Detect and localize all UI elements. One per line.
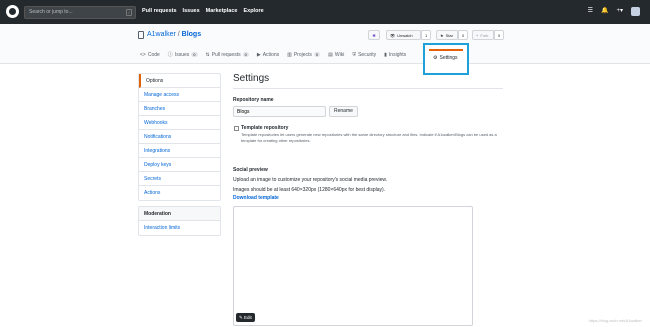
feed-icon[interactable]: ☰: [588, 7, 593, 16]
top-navigation-bar: Search or jump to... / Pull requests Iss…: [0, 0, 650, 24]
fork-button[interactable]: ⑂ Fork: [472, 30, 494, 40]
tab-actions[interactable]: ▶ Actions: [257, 51, 279, 58]
repo-name-input[interactable]: [233, 106, 326, 117]
nav-issues[interactable]: Issues: [183, 8, 200, 14]
pull-requests-count: 0: [242, 52, 249, 57]
settings-main: Settings: [233, 73, 503, 89]
star-label: Star: [445, 32, 453, 38]
code-icon: <>: [140, 51, 146, 58]
nav-marketplace[interactable]: Marketplace: [206, 8, 238, 14]
star-icon: ★: [440, 32, 444, 38]
tab-settings-label-group: ⚙ Settings: [433, 55, 458, 61]
sidebar-item-notifications[interactable]: Notifications: [139, 130, 220, 144]
sidebar-item-deploy-keys[interactable]: Deploy keys: [139, 158, 220, 172]
sidebar-item-actions[interactable]: Actions: [139, 186, 220, 200]
sidebar-item-branches[interactable]: Branches: [139, 102, 220, 116]
plus-icon[interactable]: +▾: [616, 7, 623, 16]
issues-count: 0: [191, 52, 198, 57]
repo-tabs: <> Code ⓘ Issues 0 ⇅ Pull requests 0 ▶ Actions…: [140, 51, 406, 59]
tab-settings[interactable]: ⚙ Settings: [423, 43, 469, 75]
github-logo-icon[interactable]: [6, 5, 19, 18]
watch-count[interactable]: 1: [421, 30, 432, 40]
tab-settings-label: Settings: [439, 55, 458, 61]
search-placeholder: Search or jump to...: [29, 9, 73, 15]
template-checkbox[interactable]: [234, 126, 239, 131]
nav-explore[interactable]: Explore: [243, 8, 263, 14]
tab-issues[interactable]: ⓘ Issues 0: [168, 51, 198, 58]
sidebar-item-interaction-limits[interactable]: Interaction limits: [139, 221, 220, 235]
template-label: Template repository: [241, 125, 289, 131]
avatar[interactable]: [631, 7, 640, 16]
sponsor-icon[interactable]: ✱: [368, 30, 380, 40]
template-description: Template repositories let users generate…: [241, 132, 497, 143]
repo-owner-link[interactable]: A1walker: [147, 31, 176, 38]
search-input[interactable]: Search or jump to... /: [24, 6, 136, 19]
eye-icon: 👁: [390, 32, 396, 38]
topbar-icons: ☰ 🔔 +▾: [588, 7, 640, 16]
edit-label: Edit: [244, 315, 252, 320]
search-shortcut-key: /: [126, 9, 132, 16]
unwatch-button[interactable]: 👁 Unwatch: [386, 30, 421, 40]
book-icon: ▤: [328, 51, 333, 58]
repo-header: [0, 24, 650, 64]
nav-pull-requests[interactable]: Pull requests: [142, 8, 177, 14]
moderation-heading: Moderation: [139, 207, 220, 221]
tab-wiki[interactable]: ▤ Wiki: [328, 51, 344, 58]
issue-icon: ⓘ: [167, 52, 173, 58]
fork-label: Fork: [480, 32, 489, 38]
rename-button[interactable]: Rename: [329, 106, 358, 117]
moderation-sidebar: Moderation Interaction limits: [138, 206, 221, 236]
repo-name-label: Repository name: [233, 97, 274, 103]
sidebar-item-integrations[interactable]: Integrations: [139, 144, 220, 158]
sidebar-item-options[interactable]: Options: [139, 74, 220, 88]
global-nav: Pull requests Issues Marketplace Explore: [142, 8, 264, 14]
social-preview-image-box: [233, 206, 473, 326]
social-preview-heading: Social preview: [233, 167, 268, 173]
star-count[interactable]: 0: [458, 30, 469, 40]
selected-tab-indicator: [429, 49, 463, 51]
sidebar-item-manage-access[interactable]: Manage access: [139, 88, 220, 102]
tab-security[interactable]: ⛨ Security: [352, 51, 376, 58]
tab-insights[interactable]: ▮ Insights: [384, 51, 406, 58]
projects-count: 0: [313, 52, 321, 57]
star-button[interactable]: ★ Star: [436, 30, 458, 40]
unwatch-label: Unwatch: [397, 32, 413, 38]
tab-projects[interactable]: ▥ Projects 0: [287, 51, 321, 58]
repo-separator: /: [177, 31, 180, 38]
sidebar-item-webhooks[interactable]: Webhooks: [139, 116, 220, 130]
download-template-link[interactable]: Download template: [233, 195, 279, 201]
fork-count[interactable]: 0: [494, 30, 505, 40]
settings-sidebar: Options Manage access Branches Webhooks …: [138, 73, 221, 201]
sidebar-item-secrets[interactable]: Secrets: [139, 172, 220, 186]
repo-name-link[interactable]: Blogs: [182, 31, 201, 38]
social-preview-size-hint: Images should be at least 640×320px (128…: [233, 187, 386, 193]
gear-icon: ⚙: [433, 55, 438, 61]
social-preview-description: Upload an image to customize your reposi…: [233, 177, 388, 183]
project-icon: ▥: [287, 51, 292, 58]
pull-request-icon: ⇅: [205, 51, 210, 58]
tab-code[interactable]: <> Code: [140, 51, 160, 58]
watermark: https://blog.csdn.net/A1walker: [588, 318, 642, 323]
shield-icon: ⛨: [352, 51, 357, 58]
edit-preview-button[interactable]: ✎ Edit: [236, 313, 255, 322]
page-title: Settings: [233, 73, 503, 89]
tab-pull-requests[interactable]: ⇅ Pull requests 0: [206, 51, 249, 58]
graph-icon: ▮: [384, 51, 387, 58]
fork-icon: ⑂: [476, 32, 479, 38]
repo-book-icon: [138, 31, 144, 39]
bell-icon[interactable]: 🔔: [601, 7, 608, 16]
repo-title: A1walker / Blogs: [147, 31, 201, 38]
play-icon: ▶: [256, 51, 261, 58]
pencil-icon: ✎: [239, 315, 243, 320]
